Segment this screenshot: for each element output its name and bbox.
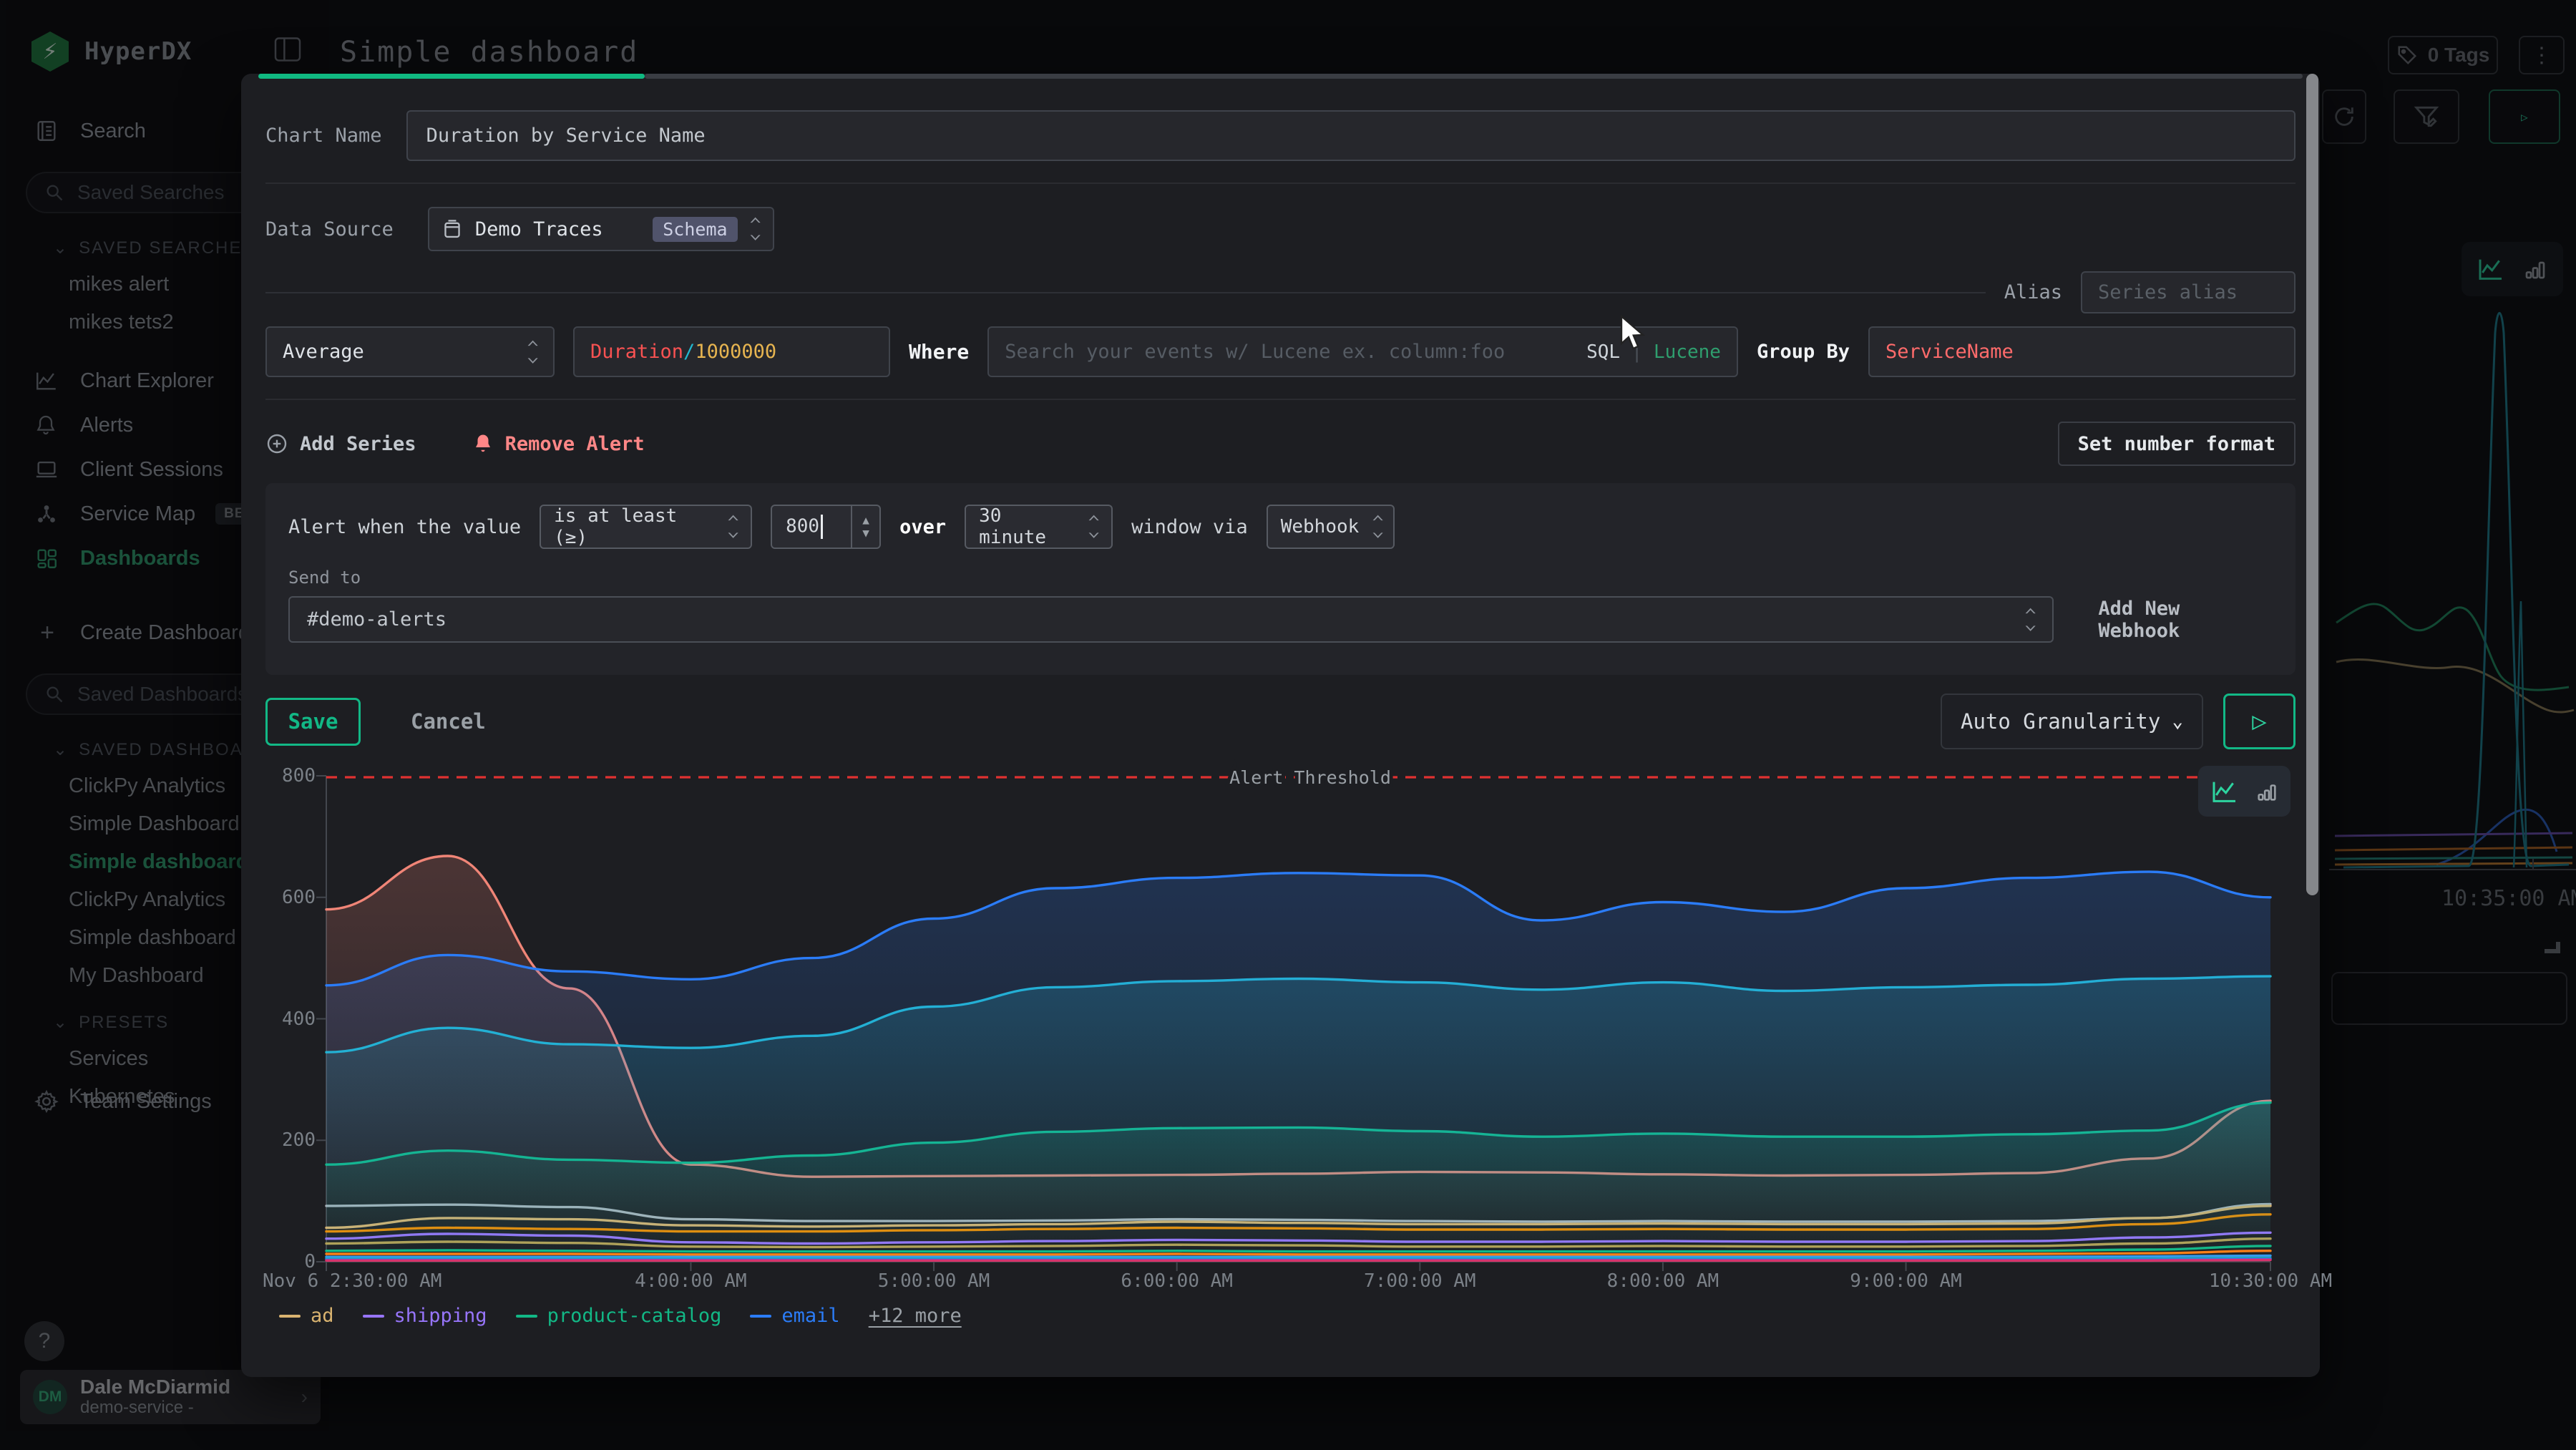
alert-threshold-input[interactable]: 800 ▲▼ — [771, 505, 881, 549]
screen: ⚡ HyperDX Search Saved Searches ⌄ SAVED … — [0, 0, 2576, 1450]
x-axis-tick-label: 7:00:00 AM — [1364, 1270, 1476, 1292]
save-button[interactable]: Save — [265, 698, 361, 746]
remove-alert-button[interactable]: Remove Alert — [472, 432, 645, 455]
progress-bar — [258, 74, 2303, 79]
bell-icon — [472, 432, 494, 455]
text-caret — [821, 515, 823, 539]
chevron-down-icon: ⌄ — [2172, 711, 2183, 732]
alert-prefix-label: Alert when the value — [288, 516, 521, 538]
edit-chart-modal: Chart Name Duration by Service Name Data… — [241, 74, 2320, 1377]
legend-swatch — [363, 1315, 384, 1318]
cancel-button[interactable]: Cancel — [411, 709, 486, 734]
x-axis-tick-label: 4:00:00 AM — [635, 1270, 747, 1292]
chart-type-toggle[interactable] — [2198, 766, 2290, 817]
alias-input[interactable]: Series alias — [2081, 271, 2296, 313]
bar-chart-icon — [2255, 779, 2279, 804]
x-axis-tick-label: 5:00:00 AM — [878, 1270, 990, 1292]
legend-swatch — [279, 1315, 301, 1318]
x-axis-tick-label: 9:00:00 AM — [1850, 1270, 1962, 1292]
chart-name-input[interactable]: Duration by Service Name — [406, 110, 2296, 161]
schema-badge: Schema — [653, 217, 737, 242]
legend-more-button[interactable]: +12 more — [869, 1305, 962, 1327]
legend-swatch — [516, 1315, 537, 1318]
legend-item[interactable]: shipping — [363, 1305, 487, 1327]
line-chart-plot[interactable]: Alert Threshold — [326, 776, 2270, 1262]
add-series-button[interactable]: Add Series — [265, 432, 416, 455]
y-axis-tick-label: 600 — [265, 887, 316, 908]
granularity-select[interactable]: Auto Granularity ⌄ — [1941, 694, 2203, 749]
select-chevrons-icon: ⌃⌄ — [526, 343, 540, 361]
y-axis-tick-label: 0 — [265, 1251, 316, 1273]
set-number-format-button[interactable]: Set number format — [2058, 422, 2296, 466]
alias-label: Alias — [2004, 281, 2062, 303]
number-spinner[interactable]: ▲▼ — [851, 506, 879, 548]
database-icon — [442, 218, 462, 240]
select-chevrons-icon: ⌃⌄ — [748, 220, 762, 238]
scrollbar-thumb[interactable] — [2306, 74, 2318, 895]
select-chevrons-icon: ⌃⌄ — [726, 517, 740, 536]
group-by-input[interactable]: ServiceName — [1868, 326, 2296, 377]
select-chevrons-icon: ⌃⌄ — [1372, 517, 1385, 536]
legend-item[interactable]: ad — [279, 1305, 334, 1327]
modal-scrollbar[interactable] — [2305, 74, 2320, 1377]
where-label: Where — [909, 340, 969, 364]
chart-area: Alert Threshold 0 200 400 600 800 Nov 6 2:30:… — [265, 754, 2296, 1359]
data-source-select[interactable]: Demo Traces Schema ⌃⌄ — [428, 207, 774, 251]
svg-text:Alert Threshold: Alert Threshold — [1229, 767, 1391, 788]
line-chart-icon — [2210, 777, 2239, 806]
aggregation-select[interactable]: Average ⌃⌄ — [265, 326, 555, 377]
x-axis-tick-label: 6:00:00 AM — [1121, 1270, 1233, 1292]
plus-circle-icon — [265, 432, 288, 455]
field-expression-input[interactable]: Duration/1000000 — [573, 326, 890, 377]
add-new-webhook-button[interactable]: Add New Webhook — [2098, 598, 2273, 642]
alert-settings-panel: Alert when the value is at least (≥) ⌃⌄ … — [265, 483, 2296, 675]
mouse-cursor — [1619, 315, 1650, 352]
window-via-label: window via — [1131, 516, 1248, 538]
data-source-label: Data Source — [265, 218, 394, 240]
webhook-select[interactable]: #demo-alerts ⌃⌄ — [288, 596, 2054, 643]
send-to-label: Send to — [288, 568, 2273, 588]
select-chevrons-icon: ⌃⌄ — [1087, 517, 1101, 536]
chart-name-label: Chart Name — [265, 125, 382, 147]
legend-swatch — [750, 1315, 771, 1318]
divider — [265, 292, 1986, 293]
preview-run-button[interactable]: ▷ — [2223, 694, 2296, 749]
y-axis-tick-label: 800 — [265, 765, 316, 787]
legend-item[interactable]: product-catalog — [516, 1305, 722, 1327]
y-axis-tick-label: 400 — [265, 1008, 316, 1030]
group-by-label: Group By — [1757, 341, 1850, 363]
sql-mode-button[interactable]: SQL — [1586, 341, 1620, 363]
select-chevrons-icon: ⌃⌄ — [2024, 610, 2038, 629]
y-axis-tick-label: 200 — [265, 1129, 316, 1151]
legend-item[interactable]: email — [750, 1305, 839, 1327]
x-axis-tick-label: 8:00:00 AM — [1607, 1270, 1719, 1292]
chart-legend: ad shipping product-catalog email +12 mor… — [279, 1305, 962, 1327]
x-axis-tick-label: Nov 6 2:30:00 AM — [263, 1270, 441, 1292]
alert-channel-select[interactable]: Webhook ⌃⌄ — [1267, 505, 1395, 549]
lucene-mode-button[interactable]: Lucene — [1654, 341, 1721, 363]
over-label: over — [899, 516, 946, 538]
alert-condition-select[interactable]: is at least (≥) ⌃⌄ — [540, 505, 752, 549]
alert-window-select[interactable]: 30 minute ⌃⌄ — [965, 505, 1113, 549]
